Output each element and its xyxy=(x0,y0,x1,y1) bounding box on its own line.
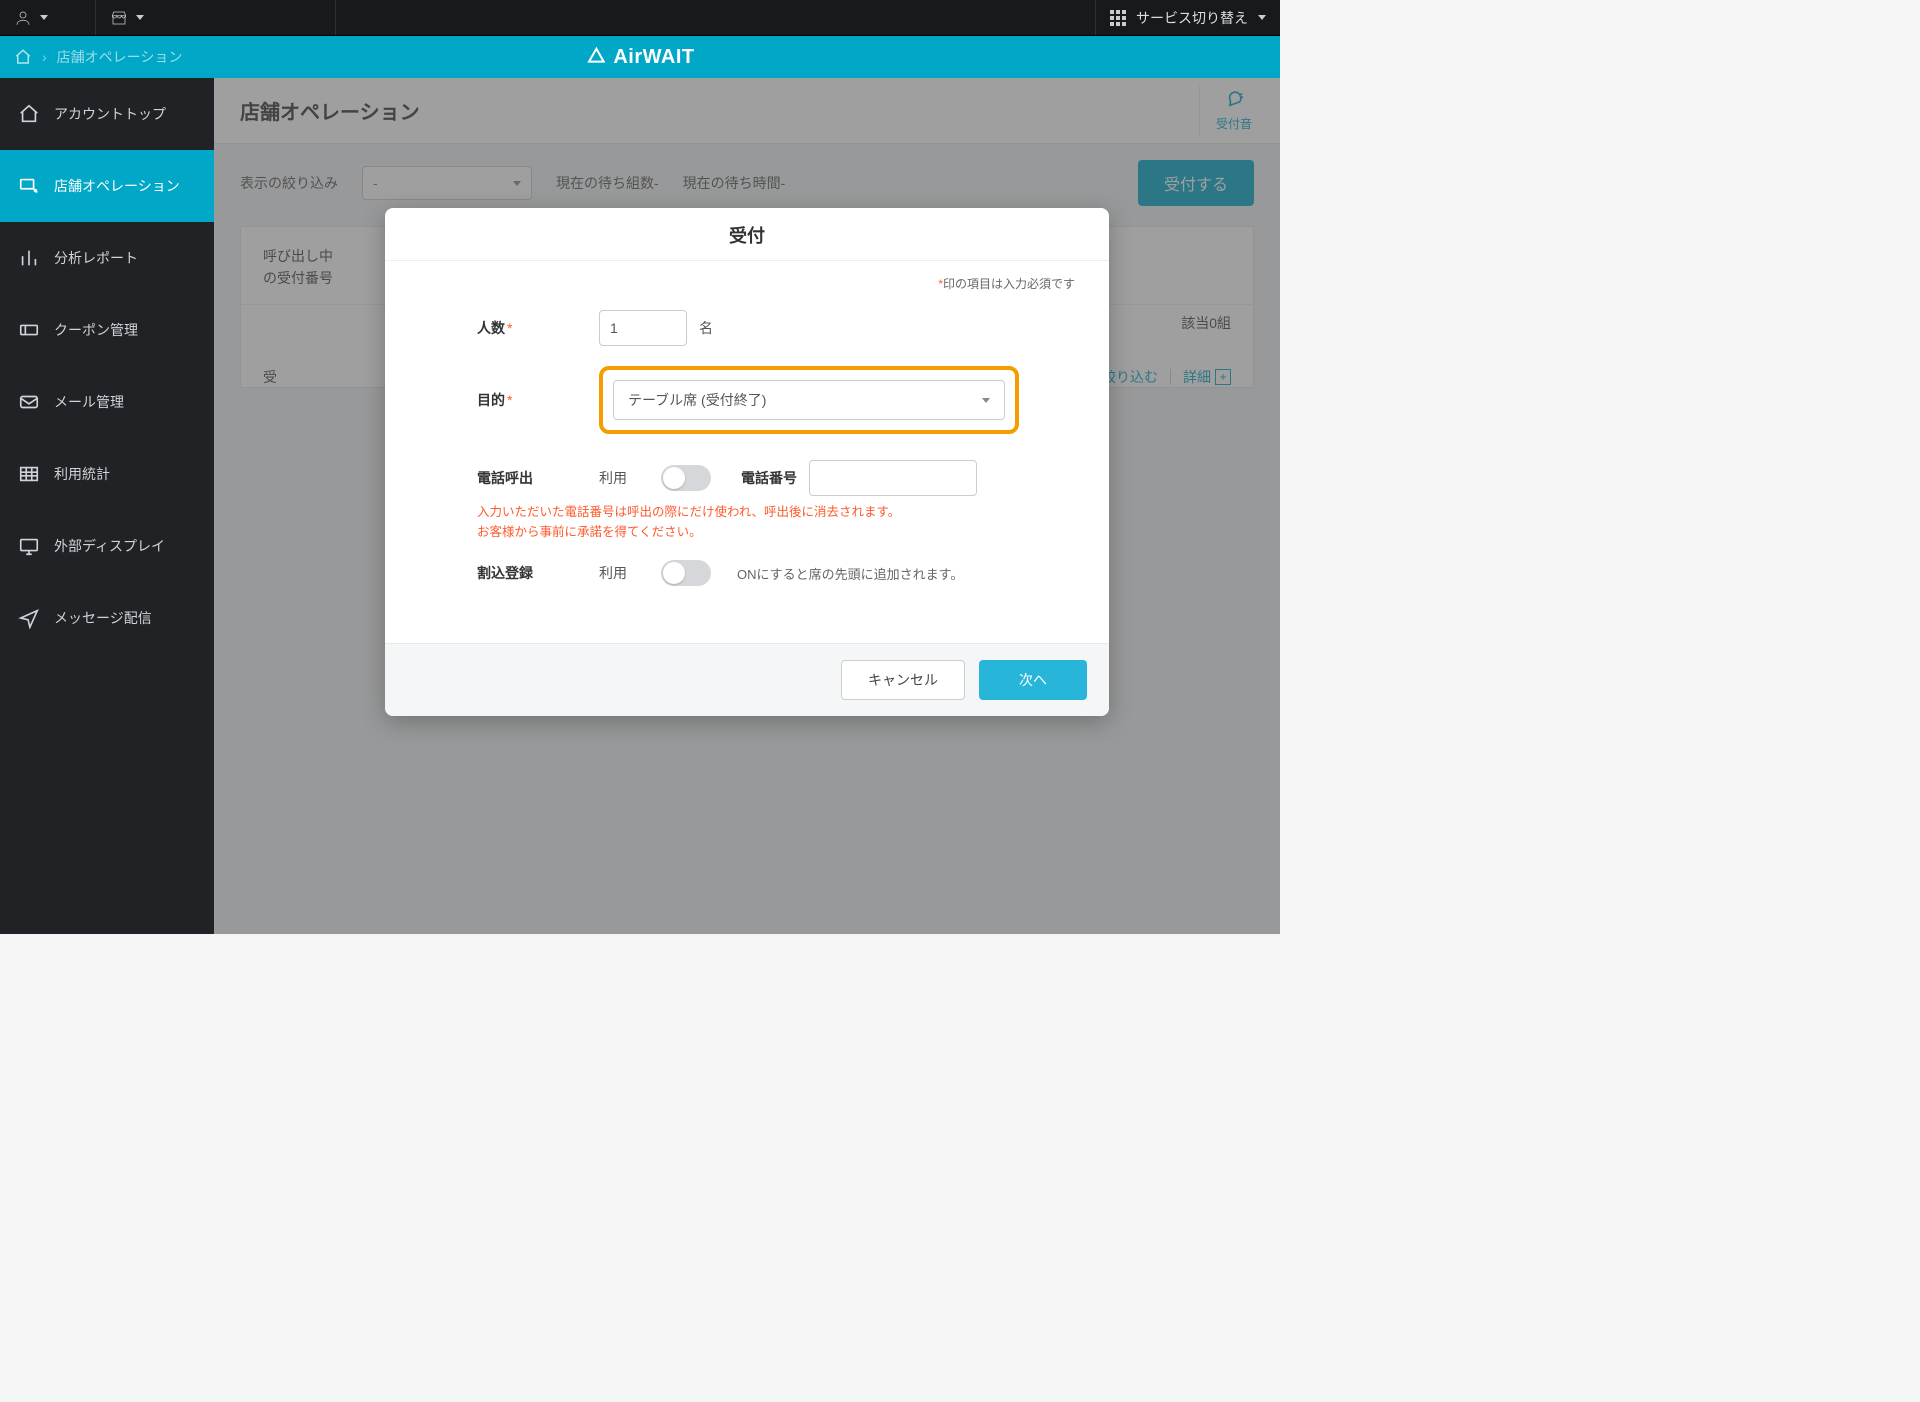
purpose-value: テーブル席 (受付終了) xyxy=(628,390,766,410)
required-note: *印の項目は入力必須です xyxy=(477,275,1081,292)
label-phone-call: 電話呼出 xyxy=(477,468,587,488)
sidebar-item-coupon[interactable]: クーポン管理 xyxy=(0,294,214,366)
sidebar-item-label: 外部ディスプレイ xyxy=(54,536,165,556)
operations-icon xyxy=(18,175,40,197)
sidebar-item-label: アカウントトップ xyxy=(54,104,166,124)
label-phone-number: 電話番号 xyxy=(741,468,797,488)
brand-icon xyxy=(585,46,607,68)
modal-footer: キャンセル 次へ xyxy=(385,643,1109,716)
chevron-down-icon xyxy=(982,398,990,403)
sidebar-item-mail[interactable]: メール管理 xyxy=(0,366,214,438)
row-people: 人数* 名 xyxy=(477,310,1081,346)
purpose-highlight: テーブル席 (受付終了) xyxy=(599,366,1019,434)
phone-note: 入力いただいた電話番号は呼出の際にだけ使われ、呼出後に消去されます。 お客様から… xyxy=(477,502,1081,542)
sidebar-item-label: クーポン管理 xyxy=(54,320,138,340)
label-people: 人数* xyxy=(477,318,587,338)
grid-icon xyxy=(1110,10,1126,26)
breadcrumb-current: 店舗オペレーション xyxy=(57,47,183,67)
send-icon xyxy=(18,607,40,629)
phone-note-l2: お客様から事前に承諾を得てください。 xyxy=(477,522,1081,542)
modal-overlay: 受付 *印の項目は入力必須です 人数* 名 目的* テーブル席 (受付終了) xyxy=(214,78,1280,934)
sidebar-item-analytics[interactable]: 分析レポート xyxy=(0,222,214,294)
phone-toggle[interactable] xyxy=(661,465,711,491)
sidebar: アカウントトップ 店舗オペレーション 分析レポート クーポン管理 メール管理 利… xyxy=(0,78,214,934)
modal: 受付 *印の項目は入力必須です 人数* 名 目的* テーブル席 (受付終了) xyxy=(385,208,1109,716)
sidebar-item-label: 店舗オペレーション xyxy=(54,176,180,196)
brand-name: AirWAIT xyxy=(613,46,694,69)
interrupt-note: ONにすると席の先頭に追加されます。 xyxy=(737,564,963,583)
row-interrupt: 割込登録 利用 ONにすると席の先頭に追加されます。 xyxy=(477,560,1081,586)
chart-icon xyxy=(18,247,40,269)
use-label: 利用 xyxy=(599,468,649,488)
modal-body: *印の項目は入力必須です 人数* 名 目的* テーブル席 (受付終了) 電話呼出 xyxy=(385,261,1109,643)
chevron-down-icon xyxy=(1258,15,1266,20)
chevron-down-icon xyxy=(136,15,144,20)
header-bar: › 店舗オペレーション AirWAIT xyxy=(0,36,1280,78)
mail-icon xyxy=(18,391,40,413)
sidebar-item-message[interactable]: メッセージ配信 xyxy=(0,582,214,654)
interrupt-toggle[interactable] xyxy=(661,560,711,586)
home-icon[interactable] xyxy=(14,48,32,66)
monitor-icon xyxy=(18,535,40,557)
account-menu[interactable] xyxy=(0,0,96,35)
breadcrumb-sep: › xyxy=(42,49,47,65)
store-menu[interactable] xyxy=(96,0,336,35)
breadcrumb: › 店舗オペレーション xyxy=(0,47,182,67)
row-phone: 電話呼出 利用 電話番号 xyxy=(477,460,1081,496)
purpose-select[interactable]: テーブル席 (受付終了) xyxy=(613,380,1005,420)
topbar: サービス切り替え xyxy=(0,0,1280,36)
use-label: 利用 xyxy=(599,563,649,583)
row-purpose: 目的* テーブル席 (受付終了) xyxy=(477,366,1081,434)
phone-input[interactable] xyxy=(809,460,977,496)
people-input[interactable] xyxy=(599,310,687,346)
person-icon xyxy=(14,9,32,27)
home-icon xyxy=(18,103,40,125)
sidebar-item-label: メッセージ配信 xyxy=(54,608,152,628)
sidebar-item-stats[interactable]: 利用統計 xyxy=(0,438,214,510)
brand: AirWAIT xyxy=(585,46,694,69)
store-icon xyxy=(110,9,128,27)
phone-note-l1: 入力いただいた電話番号は呼出の際にだけ使われ、呼出後に消去されます。 xyxy=(477,502,1081,522)
cancel-button[interactable]: キャンセル xyxy=(841,660,965,700)
chevron-down-icon xyxy=(40,15,48,20)
label-interrupt: 割込登録 xyxy=(477,563,587,583)
sidebar-item-label: メール管理 xyxy=(54,392,124,412)
ticket-icon xyxy=(18,319,40,341)
sidebar-item-account-top[interactable]: アカウントトップ xyxy=(0,78,214,150)
next-button[interactable]: 次へ xyxy=(979,660,1087,700)
sidebar-item-store-ops[interactable]: 店舗オペレーション xyxy=(0,150,214,222)
table-icon xyxy=(18,463,40,485)
service-switch-label: サービス切り替え xyxy=(1136,8,1248,28)
people-unit: 名 xyxy=(699,318,713,338)
sidebar-item-label: 分析レポート xyxy=(54,248,138,268)
required-text: 印の項目は入力必須です xyxy=(943,277,1075,291)
modal-title: 受付 xyxy=(385,208,1109,261)
service-switch[interactable]: サービス切り替え xyxy=(1095,0,1280,35)
label-purpose: 目的* xyxy=(477,390,587,410)
sidebar-item-display[interactable]: 外部ディスプレイ xyxy=(0,510,214,582)
sidebar-item-label: 利用統計 xyxy=(54,464,110,484)
